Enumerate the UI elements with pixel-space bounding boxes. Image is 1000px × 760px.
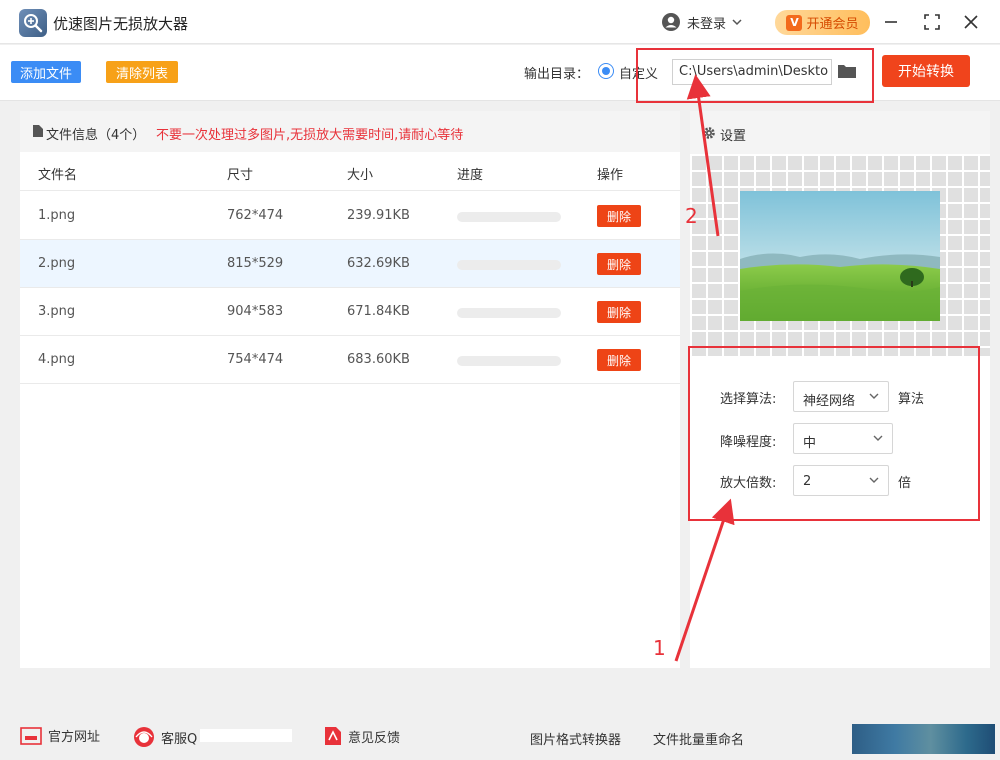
column-header-name: 文件名 [38, 168, 78, 183]
website-icon [20, 726, 42, 745]
maximize-icon[interactable] [921, 11, 943, 33]
toolbar: 添加文件 清除列表 输出目录： 自定义 C:\Users\admin\Deskt… [0, 45, 1000, 101]
clear-list-button[interactable]: 清除列表 [106, 61, 178, 83]
table-row[interactable]: 1.png 762*474 239.91KB 删除 [20, 192, 680, 240]
footer: 官方网址 客服Q 意见反馈 图片格式转换器 文件批量重命名 [0, 714, 1000, 760]
customer-service-icon [134, 727, 154, 747]
file-name: 2.png [38, 256, 76, 271]
file-info-warning: 不要一次处理过多图片,无损放大需要时间,请耐心等待 [156, 128, 464, 143]
file-size: 239.91KB [347, 208, 410, 223]
add-file-button[interactable]: 添加文件 [11, 61, 81, 83]
file-name: 4.png [38, 352, 76, 367]
algorithm-label: 选择算法: [720, 392, 777, 407]
delete-button[interactable]: 删除 [597, 253, 641, 275]
algorithm-unit: 算法 [898, 392, 925, 407]
service-number-mask [200, 729, 292, 742]
table-row[interactable]: 3.png 904*583 671.84KB 删除 [20, 288, 680, 336]
login-menu[interactable]: 未登录 [661, 10, 742, 34]
gear-icon [703, 127, 715, 139]
column-header-action: 操作 [597, 168, 624, 183]
table-header: 文件名 尺寸 大小 进度 操作 [20, 152, 680, 191]
customer-service-link[interactable]: 客服Q [133, 726, 197, 748]
table-row[interactable]: 4.png 754*474 683.60KB 删除 [20, 336, 680, 384]
progress-bar [457, 260, 561, 270]
file-info-bar: 文件信息（4个） 不要一次处理过多图片,无损放大需要时间,请耐心等待 [20, 111, 680, 152]
settings-header: 设置 [690, 111, 990, 154]
output-path-text: C:\Users\admin\Deskto [679, 64, 829, 79]
chevron-down-icon [869, 393, 879, 399]
delete-button[interactable]: 删除 [597, 349, 641, 371]
custom-dir-label[interactable]: 自定义 [619, 63, 658, 82]
table-row[interactable]: 2.png 815*529 632.69KB 删除 [20, 240, 680, 288]
website-label: 官方网址 [48, 730, 101, 745]
output-dir-label: 输出目录： [524, 67, 590, 82]
algorithm-value: 神经网络 [803, 394, 856, 409]
column-header-size: 尺寸 [227, 168, 254, 183]
scale-value: 2 [803, 474, 812, 489]
preview-image [740, 191, 940, 321]
app-logo-icon [19, 9, 47, 37]
settings-title: 设置 [720, 129, 747, 144]
folder-icon[interactable] [837, 62, 857, 80]
algorithm-select[interactable]: 神经网络 [793, 381, 889, 412]
scale-select[interactable]: 2 [793, 465, 889, 496]
app-title: 优速图片无损放大器 [53, 15, 189, 33]
file-name: 3.png [38, 304, 76, 319]
file-dimensions: 762*474 [227, 208, 284, 223]
settings-panel: 设置 选择算法: 神经网络 算法 降噪程度: 中 放大倍数: 2 倍 [688, 111, 990, 668]
chevron-down-icon [873, 435, 883, 441]
footer-banner-image[interactable] [852, 724, 995, 754]
file-dimensions: 904*583 [227, 304, 284, 319]
user-icon [662, 13, 680, 31]
progress-bar [457, 356, 561, 366]
preview-area [690, 154, 990, 356]
title-bar: 优速图片无损放大器 未登录 V 开通会员 [0, 0, 1000, 44]
annotation-number-2: 2 [685, 204, 698, 228]
annotation-number-1: 1 [653, 636, 666, 660]
feedback-label: 意见反馈 [348, 730, 401, 746]
file-dimensions: 815*529 [227, 256, 284, 271]
feedback-icon [325, 727, 341, 745]
file-size: 683.60KB [347, 352, 410, 367]
custom-dir-radio[interactable] [598, 63, 614, 79]
feedback-link[interactable]: 意见反馈 [324, 726, 400, 746]
column-header-progress: 进度 [457, 168, 484, 183]
scale-unit: 倍 [898, 476, 912, 491]
file-name: 1.png [38, 208, 76, 223]
file-info-title: 文件信息（4个） [46, 128, 146, 143]
denoise-label: 降噪程度: [720, 435, 777, 450]
start-convert-button[interactable]: 开始转换 [882, 55, 970, 87]
chevron-down-icon [732, 18, 742, 25]
vip-icon: V [786, 14, 803, 31]
file-dimensions: 754*474 [227, 352, 284, 367]
vip-label: 开通会员 [806, 17, 859, 32]
batch-rename-link[interactable]: 文件批量重命名 [653, 729, 744, 748]
denoise-select[interactable]: 中 [793, 423, 893, 454]
denoise-value: 中 [803, 436, 817, 451]
image-converter-link[interactable]: 图片格式转换器 [530, 729, 621, 748]
close-icon[interactable] [960, 11, 982, 33]
delete-button[interactable]: 删除 [597, 205, 641, 227]
document-icon [33, 125, 43, 137]
minimize-icon[interactable] [880, 11, 902, 33]
chevron-down-icon [869, 477, 879, 483]
delete-button[interactable]: 删除 [597, 301, 641, 323]
column-header-bytes: 大小 [347, 168, 374, 183]
scale-label: 放大倍数: [720, 476, 777, 491]
vip-button[interactable]: V 开通会员 [775, 10, 870, 35]
login-label: 未登录 [687, 16, 727, 32]
file-list-panel: 文件信息（4个） 不要一次处理过多图片,无损放大需要时间,请耐心等待 文件名 尺… [20, 111, 680, 668]
file-size: 671.84KB [347, 304, 410, 319]
progress-bar [457, 308, 561, 318]
official-website-link[interactable]: 官方网址 [20, 726, 100, 745]
progress-bar [457, 212, 561, 222]
service-label: 客服Q [161, 731, 198, 747]
file-size: 632.69KB [347, 256, 410, 271]
output-path-field[interactable]: C:\Users\admin\Deskto [672, 59, 832, 85]
